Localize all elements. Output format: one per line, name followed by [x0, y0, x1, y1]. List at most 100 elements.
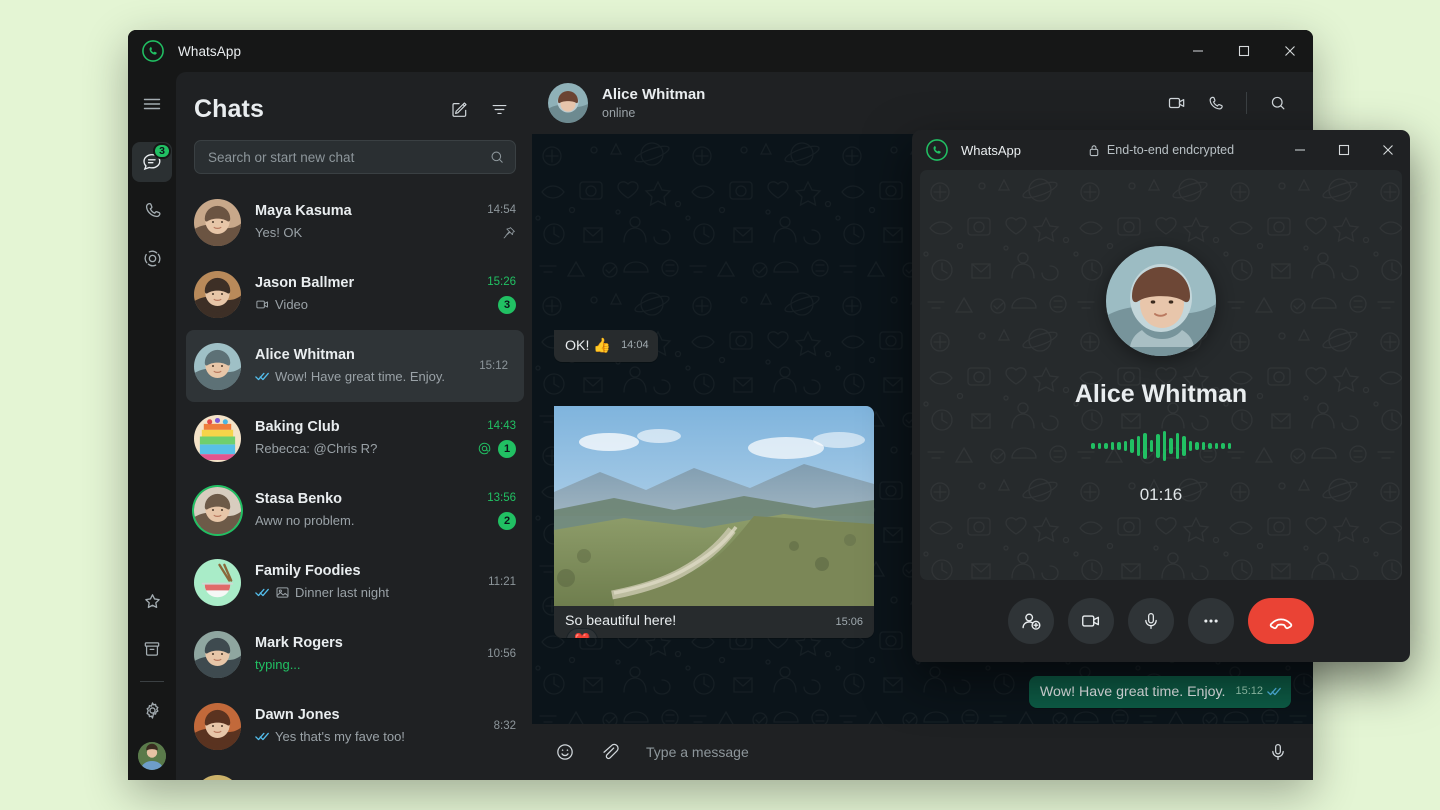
minimize-button[interactable]	[1175, 30, 1221, 72]
unread-badge: 3	[498, 296, 516, 314]
read-receipt-icon	[255, 371, 270, 382]
unread-badge: 1	[498, 440, 516, 458]
chat-list-actions	[442, 92, 516, 126]
search-in-chat-button[interactable]	[1261, 86, 1295, 120]
video-call-button[interactable]	[1160, 86, 1194, 120]
maximize-button[interactable]	[1221, 30, 1267, 72]
chat-list-item[interactable]: Jason BallmerVideo15:263	[176, 258, 532, 330]
new-chat-button[interactable]	[442, 92, 476, 126]
avatar	[194, 559, 241, 606]
microphone-button[interactable]	[1261, 735, 1295, 769]
message-photo[interactable]	[554, 406, 874, 606]
chat-list-item[interactable]: Dawn Jones Yes that's my fave too! 8:32	[176, 690, 532, 762]
chat-item-time: 11:21	[488, 575, 516, 589]
chat-item-time: 14:43	[487, 419, 516, 433]
window-control-group	[1175, 30, 1313, 72]
page-title: Chats	[194, 95, 264, 124]
contact-info: Alice Whitman online	[602, 85, 705, 122]
contact-name: Alice Whitman	[602, 85, 705, 105]
chat-list[interactable]: Maya KasumaYes! OK 14:54 Jason Ballmer Vide…	[176, 184, 532, 780]
close-button[interactable]	[1267, 30, 1313, 72]
chat-list-item[interactable]: Maya KasumaYes! OK 14:54	[176, 186, 532, 258]
chat-list-item[interactable]: Stasa BenkoAww no problem.13:562	[176, 474, 532, 546]
waveform-bar	[1208, 443, 1212, 449]
chat-item-content: Family FoodiesDinner last night	[255, 562, 480, 602]
attach-button[interactable]	[592, 735, 626, 769]
message-bubble-incoming[interactable]: OK! 👍 14:04	[554, 330, 658, 362]
waveform-bar	[1130, 439, 1134, 453]
navigation-rail: 3	[128, 72, 176, 780]
chat-list-item[interactable]: Family FoodiesDinner last night 11:21	[176, 546, 532, 618]
avatar	[194, 271, 241, 318]
avatar	[194, 343, 241, 390]
voice-call-button[interactable]	[1198, 86, 1232, 120]
chat-item-content: Alice WhitmanWow! Have great time. Enjoy…	[255, 346, 471, 386]
chat-list-item[interactable]: Alice WhitmanWow! Have great time. Enjoy…	[186, 330, 524, 402]
chat-item-content: Dawn Jones Yes that's my fave too!	[255, 706, 486, 746]
preview-text: Yes! OK	[255, 223, 302, 242]
chat-item-status: 11:21	[488, 575, 516, 589]
message-text: So beautiful here!	[565, 613, 825, 629]
call-close-button[interactable]	[1366, 130, 1410, 170]
call-maximize-button[interactable]	[1322, 130, 1366, 170]
toggle-mute-button[interactable]	[1128, 598, 1174, 644]
menu-button[interactable]	[132, 84, 172, 124]
rail-item-chats[interactable]: 3	[132, 142, 172, 182]
profile-avatar[interactable]	[138, 742, 166, 770]
end-call-button[interactable]	[1248, 598, 1314, 644]
message-text: Wow! Have great time. Enjoy.	[1040, 683, 1226, 702]
rail-item-status[interactable]	[132, 238, 172, 278]
avatar	[194, 703, 241, 750]
chat-list-item[interactable]: Baking ClubRebecca: @Chris R?14:431	[176, 402, 532, 474]
message-meta: 15:12	[1235, 682, 1282, 702]
chat-item-name: Dawn Jones	[255, 706, 486, 725]
preview-text: Dinner last night	[295, 583, 389, 602]
search-box[interactable]	[194, 140, 516, 174]
chat-item-preview: typing...	[255, 655, 479, 674]
waveform-bar	[1189, 441, 1193, 451]
call-controls	[912, 580, 1410, 662]
avatar	[194, 199, 241, 246]
waveform-bar	[1163, 431, 1167, 461]
chat-item-time: 8:32	[494, 719, 516, 733]
whatsapp-logo-icon	[142, 40, 164, 62]
chat-item-preview: Yes that's my fave too!	[255, 727, 486, 746]
rail-item-calls[interactable]	[132, 190, 172, 230]
call-info: Alice Whitman 01:16	[1075, 246, 1247, 505]
chat-list-item[interactable]: Mark Rogerstyping...10:56	[176, 618, 532, 690]
toggle-video-button[interactable]	[1068, 598, 1114, 644]
rail-item-starred[interactable]	[132, 581, 172, 621]
add-participant-button[interactable]	[1008, 598, 1054, 644]
call-minimize-button[interactable]	[1278, 130, 1322, 170]
chat-item-status: 15:12	[479, 359, 508, 373]
whatsapp-logo-icon	[926, 139, 948, 161]
message-bubble-outgoing[interactable]: Wow! Have great time. Enjoy. 15:12	[1029, 676, 1291, 708]
rail-item-archived[interactable]	[132, 629, 172, 669]
chat-item-name: Baking Club	[255, 418, 469, 437]
waveform-bar	[1124, 441, 1128, 451]
message-time: 14:04	[621, 336, 649, 355]
message-meta: 14:04	[621, 336, 649, 356]
filter-button[interactable]	[482, 92, 516, 126]
chat-item-time: 14:54	[487, 203, 516, 217]
more-options-button[interactable]	[1188, 598, 1234, 644]
emoji-button[interactable]	[548, 735, 582, 769]
chat-item-preview: Dinner last night	[255, 583, 480, 602]
search-input[interactable]	[208, 150, 489, 165]
message-bubble-photo[interactable]: So beautiful here! 15:06 ❤️	[554, 406, 874, 638]
chat-list-item[interactable]: Ziggy Woodley8:12	[176, 762, 532, 780]
message-input[interactable]	[636, 744, 1251, 760]
chat-item-time: 15:12	[479, 359, 508, 373]
chat-item-badges	[502, 224, 516, 242]
contact-avatar[interactable]	[548, 83, 588, 123]
image-icon	[275, 585, 290, 600]
call-contact-avatar	[1106, 246, 1216, 356]
message-text: OK! 👍	[565, 337, 611, 356]
rail-item-settings[interactable]	[132, 690, 172, 730]
chat-item-content: Maya KasumaYes! OK	[255, 202, 479, 242]
chat-list-header: Chats	[176, 72, 532, 134]
chat-item-name: Alice Whitman	[255, 346, 471, 365]
preview-text: Video	[275, 295, 308, 314]
read-receipt-icon	[1267, 686, 1282, 697]
chat-item-name: Jason Ballmer	[255, 274, 479, 293]
